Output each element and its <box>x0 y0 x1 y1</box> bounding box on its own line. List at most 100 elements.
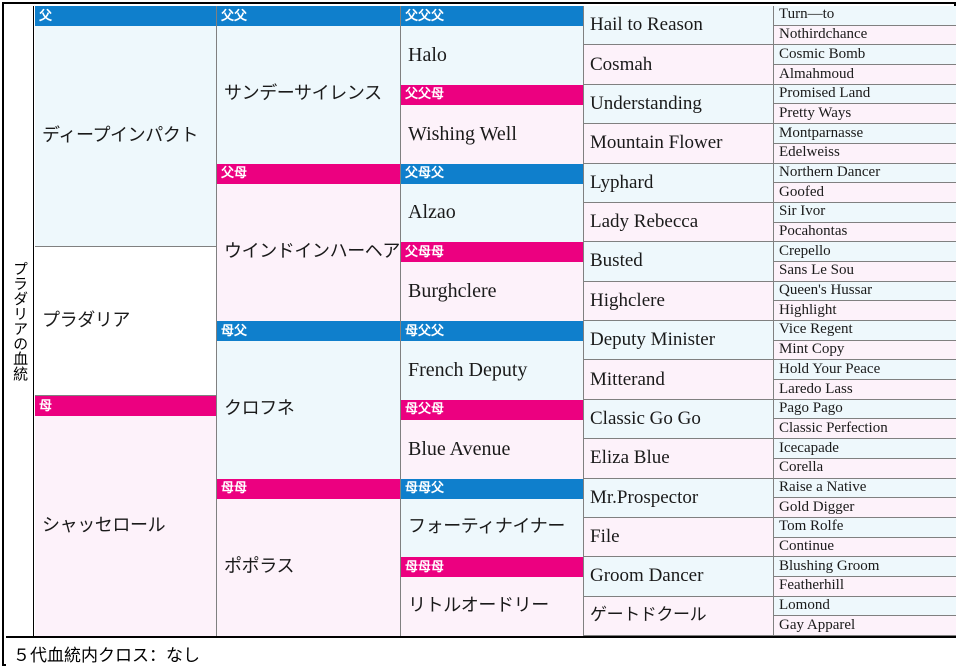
generation4-horse-13-name: File <box>590 526 620 548</box>
generation3-band-7-label: 母母母 <box>405 559 445 575</box>
generation5-horse-3-name: Almahmoud <box>779 65 854 82</box>
generation4-horse-2: Understanding <box>584 84 774 125</box>
generation5-horse-8: Northern Dancer <box>774 163 956 184</box>
generation3-band-1-label: 父父母 <box>405 87 445 103</box>
generation3-horse-7: リトルオードリー <box>401 577 584 636</box>
generation5-horse-2-name: Cosmic Bomb <box>779 45 866 62</box>
generation1-band-sire-label: 父 <box>39 8 53 24</box>
generation-5-column: Turn—to Nothirdchance Cosmic Bomb Almahmoud… <box>774 6 956 636</box>
generation3-horse-7-name: リトルオードリー <box>408 595 549 617</box>
generation4-horse-0-name: Hail to Reason <box>590 14 703 36</box>
generation4-horse-10-name: Classic Go Go <box>590 407 701 429</box>
generation5-horse-4: Promised Land <box>774 84 956 105</box>
generation1-horse-0-name: ディープインパクト <box>42 124 199 146</box>
generation4-horse-1-name: Cosmah <box>590 53 653 75</box>
generation2-horse-1: ウインドインハーヘア <box>217 183 401 321</box>
generation4-horse-0: Hail to Reason <box>584 6 774 46</box>
generation5-horse-16-name: Vice Regent <box>779 321 853 338</box>
generation2-band-3-label: 母母 <box>221 481 248 496</box>
generation5-horse-21-name: Classic Perfection <box>779 419 888 436</box>
generation3-band-2-label: 父母父 <box>405 166 445 181</box>
generation5-horse-16: Vice Regent <box>774 321 956 341</box>
generation5-horse-7-name: Edelweiss <box>779 144 840 161</box>
subject-horse-name: プラダリア <box>42 309 130 331</box>
generation3-band-4: 母父父 <box>401 321 584 341</box>
generation3-horse-2: Alzao <box>401 183 584 243</box>
generation3-band-3: 父母母 <box>401 242 584 263</box>
generation3-band-5-label: 母父母 <box>405 402 445 418</box>
generation5-horse-1-name: Nothirdchance <box>779 26 868 43</box>
generation2-band-1-label: 父母 <box>221 166 248 181</box>
generation3-horse-0-name: Halo <box>408 43 447 66</box>
generation2-horse-0: サンデーサイレンス <box>217 26 401 164</box>
generation4-horse-6-name: Busted <box>590 250 643 272</box>
generation5-horse-26-name: Tom Rolfe <box>779 518 844 535</box>
generation5-horse-5-name: Pretty Ways <box>779 104 852 121</box>
generation4-horse-11: Eliza Blue <box>584 439 774 479</box>
generation5-horse-14: Queen's Hussar <box>774 281 956 302</box>
generation2-band-0: 父父 <box>217 6 401 26</box>
generation4-horse-1: Cosmah <box>584 45 774 85</box>
generation-1-column: プラダリア 父ディープインパクト母シャッセロール <box>35 6 217 636</box>
generation4-horse-6: Busted <box>584 242 774 282</box>
generation4-horse-2-name: Understanding <box>590 92 702 114</box>
generation4-horse-12: Mr.Prospector <box>584 478 774 518</box>
generation5-horse-13: Sans Le Sou <box>774 261 956 282</box>
generation3-band-3-label: 父母母 <box>405 244 445 260</box>
generation4-horse-13: File <box>584 517 774 558</box>
generation3-horse-0: Halo <box>401 26 584 85</box>
generation5-horse-20-name: Pago Pago <box>779 400 843 417</box>
generation4-horse-11-name: Eliza Blue <box>590 447 670 469</box>
generation5-horse-26: Tom Rolfe <box>774 517 956 538</box>
generation4-horse-10: Classic Go Go <box>584 399 774 440</box>
pedigree-frame: プラダリアの血統 プラダリア 父ディープインパクト母シャッセロール 父父サンデーサ… <box>2 2 956 668</box>
generation5-horse-31: Gay Apparel <box>774 616 956 636</box>
generation3-band-7: 母母母 <box>401 557 584 578</box>
generation5-horse-22: Icecapade <box>774 439 956 459</box>
generation5-horse-0-name: Turn—to <box>779 6 835 23</box>
generation5-horse-17: Mint Copy <box>774 340 956 361</box>
generation4-horse-7-name: Highclere <box>590 289 665 311</box>
generation4-horse-14-name: Groom Dancer <box>590 565 704 587</box>
generation5-horse-0: Turn—to <box>774 6 956 26</box>
generation5-horse-18: Hold Your Peace <box>774 360 956 381</box>
generation1-band-dam-label: 母 <box>39 398 53 414</box>
generation3-horse-3: Burghclere <box>401 262 584 321</box>
generation5-horse-4-name: Promised Land <box>779 85 871 102</box>
subject-horse-cell: プラダリア <box>35 246 217 396</box>
generation5-horse-24-name: Raise a Native <box>779 478 867 495</box>
generation5-horse-15: Highlight <box>774 301 956 321</box>
generation5-horse-9-name: Goofed <box>779 183 824 200</box>
generation5-horse-27: Continue <box>774 537 956 558</box>
generation5-horse-3: Almahmoud <box>774 65 956 85</box>
generation5-horse-14-name: Queen's Hussar <box>779 282 873 299</box>
generation2-band-2-label: 母父 <box>221 323 248 339</box>
generation3-horse-2-name: Alzao <box>408 201 456 224</box>
generation2-band-0-label: 父父 <box>221 8 248 24</box>
generation3-horse-4: French Deputy <box>401 341 584 400</box>
bloodline-title-text: プラダリアの血統 <box>11 261 30 381</box>
generation3-band-4-label: 母父父 <box>405 323 445 339</box>
generation5-horse-6: Montparnasse <box>774 124 956 144</box>
generation4-horse-8-name: Deputy Minister <box>590 329 716 351</box>
generation3-horse-6: フォーティナイナー <box>401 498 584 558</box>
generation3-band-0: 父父父 <box>401 6 584 26</box>
generation4-horse-7: Highclere <box>584 281 774 321</box>
generation1-band-dam: 母 <box>35 396 217 416</box>
generation2-band-2: 母父 <box>217 321 401 341</box>
generation2-horse-3-name: ポポラス <box>224 555 295 577</box>
generation5-horse-5: Pretty Ways <box>774 104 956 125</box>
generation4-horse-15-name: ゲートドクール <box>590 604 707 625</box>
generation5-horse-10-name: Sir Ivor <box>779 203 826 220</box>
generation4-horse-14: Groom Dancer <box>584 557 774 597</box>
generation4-horse-9: Mitterand <box>584 360 774 400</box>
generation5-horse-30-name: Lomond <box>779 597 830 614</box>
generation1-horse-1-name: シャッセロール <box>42 514 166 536</box>
generation5-horse-25: Gold Digger <box>774 498 956 518</box>
generation3-band-6: 母母父 <box>401 478 584 499</box>
generation5-horse-2: Cosmic Bomb <box>774 45 956 66</box>
generation5-horse-13-name: Sans Le Sou <box>779 262 854 279</box>
generation4-horse-15: ゲートドクール <box>584 596 774 636</box>
generation-3-column: 父父父 Halo 父父母 Wishing Well 父母父 Alzao 父母母 Burghcl… <box>401 6 584 636</box>
generation5-horse-23: Corella <box>774 458 956 479</box>
